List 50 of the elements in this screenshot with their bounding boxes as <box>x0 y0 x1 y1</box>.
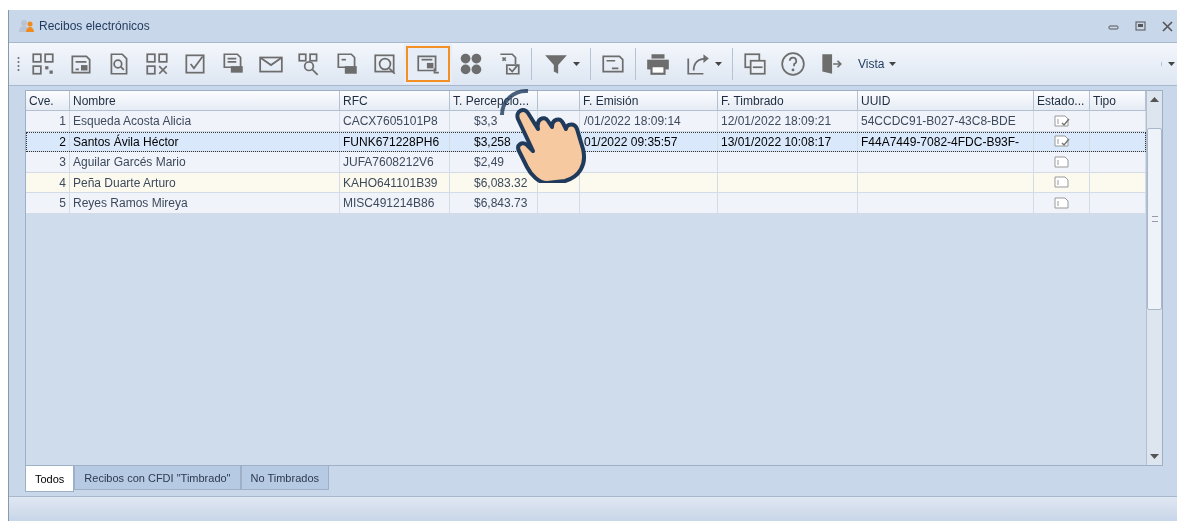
tab[interactable]: No Timbrados <box>240 466 329 490</box>
tab[interactable]: Todos <box>25 466 75 492</box>
column-header[interactable]: UUID <box>858 91 1034 111</box>
scroll-up-icon[interactable] <box>1150 97 1159 102</box>
table-cell: 12/01/2022 18:09:21 <box>718 111 858 132</box>
receipt-print-icon <box>334 51 360 77</box>
grip-icon[interactable] <box>17 56 20 72</box>
view-menu-button[interactable]: Vista <box>858 57 897 71</box>
table-cell: JUFA7608212V6 <box>340 152 450 173</box>
scrollbar[interactable] <box>1146 91 1162 465</box>
table-row[interactable]: 3 Aguilar Garcés Mario JUFA7608212V6 $2,49 <box>26 152 1146 173</box>
column-header[interactable]: RFC <box>340 91 450 111</box>
table-cell: 54CCDC91-B027-43C8-BDE <box>858 111 1034 132</box>
table-cell: Esqueda Acosta Alicia <box>70 111 340 132</box>
table-cell: $6,843.73 <box>450 193 538 214</box>
table-row[interactable]: 1 Esqueda Acosta Alicia CACX7605101P8 $3,3 /01/2022 18:09:14 12/01/2022 18:09:21 54CCDC91-B027-43C8-BDE <box>26 111 1146 132</box>
table-cell: 3 <box>26 152 70 173</box>
users-icon <box>19 19 35 33</box>
table-cell: CACX7605101P8 <box>340 111 450 132</box>
column-header[interactable]: Tipo <box>1090 91 1146 111</box>
table-cell: MISC491214B86 <box>340 193 450 214</box>
search-icon <box>372 51 398 77</box>
maximize-icon[interactable] <box>1135 20 1146 32</box>
caret-icon <box>572 62 580 66</box>
caret-icon[interactable] <box>1161 62 1175 66</box>
table-row[interactable]: 5 Reyes Ramos Mireya MISC491214B86 $6,843.73 <box>26 193 1146 214</box>
column-header[interactable]: Nombre <box>70 91 340 111</box>
help-icon <box>780 51 806 77</box>
window-title: Recibos electrónicos <box>39 19 150 33</box>
column-header[interactable]: F. Timbrado <box>718 91 858 111</box>
table-cell: Reyes Ramos Mireya <box>70 193 340 214</box>
table-cell: Aguilar Garcés Mario <box>70 152 340 173</box>
qr-code-icon <box>30 51 56 77</box>
caret-icon <box>714 62 722 66</box>
column-header[interactable]: Cve. <box>26 91 70 111</box>
close-icon[interactable] <box>1162 20 1173 32</box>
printer-icon <box>645 51 671 77</box>
caret-icon <box>889 62 897 66</box>
table-cell: /01/2022 18:09:14 <box>580 111 718 132</box>
column-header[interactable]: Estado... <box>1034 91 1090 111</box>
windows-icon <box>742 51 768 77</box>
export-icon <box>684 51 711 77</box>
dots-icon <box>458 51 484 77</box>
table-cell: 5 <box>26 193 70 214</box>
column-header[interactable]: F. Emisión <box>580 91 718 111</box>
table-cell: 1 <box>26 111 70 132</box>
tab[interactable]: Recibos con CFDI "Timbrado" <box>74 466 241 490</box>
scroll-down-icon[interactable] <box>1150 454 1159 459</box>
checkbox-icon <box>182 51 208 77</box>
qr-code-icon <box>144 51 170 77</box>
